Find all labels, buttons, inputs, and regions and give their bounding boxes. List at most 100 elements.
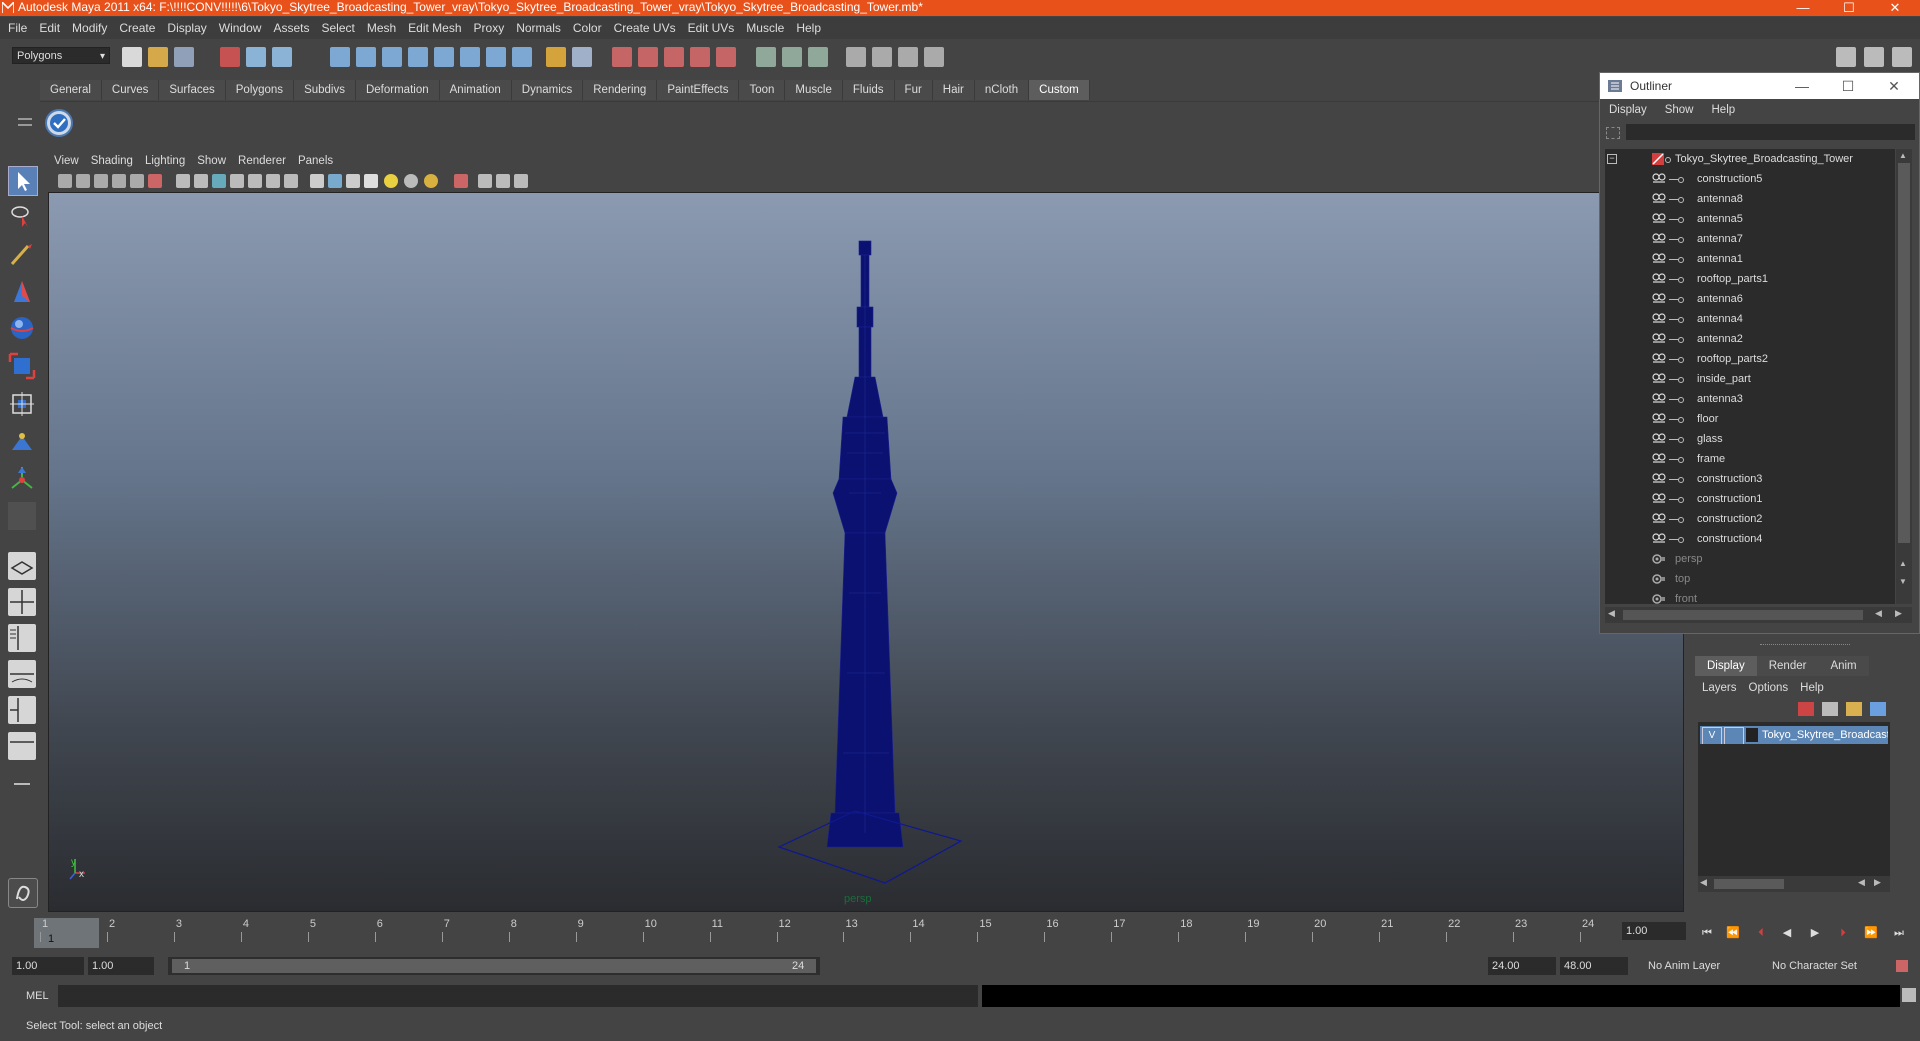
shelf-tab-ncloth[interactable]: nCloth xyxy=(974,80,1030,100)
outliner-horizontal-scrollbar[interactable]: ◀ ◀ ▶ xyxy=(1605,607,1912,623)
step-back-key-button[interactable]: ⏪ xyxy=(1724,925,1742,941)
viewport-menu-lighting[interactable]: Lighting xyxy=(139,152,191,171)
layer-tab-display[interactable]: Display xyxy=(1695,656,1757,676)
time-slider[interactable]: 1 1 2 3 4 5 6 7 8 9 10 11 12 13 14 15 16 17 18 19 20 21 22 23 2… xyxy=(12,918,1620,948)
universal-manipulator-icon[interactable] xyxy=(8,390,36,418)
render-view-icon[interactable] xyxy=(716,47,736,67)
outliner-item[interactable]: inside_part xyxy=(1605,369,1895,389)
playback-start-field[interactable]: 1.00 xyxy=(88,957,154,975)
bookmarks-icon[interactable] xyxy=(94,174,108,188)
isolate-icon[interactable] xyxy=(284,174,298,188)
uv-editor-icon[interactable] xyxy=(924,47,944,67)
outliner-item[interactable]: construction3 xyxy=(1605,469,1895,489)
shelf-tab-dynamics[interactable]: Dynamics xyxy=(511,80,584,100)
snap-point-icon[interactable] xyxy=(408,47,428,67)
menu-proxy[interactable]: Proxy xyxy=(468,17,511,39)
menu-assets[interactable]: Assets xyxy=(267,17,315,39)
outliner-item[interactable]: floor xyxy=(1605,409,1895,429)
layer-row[interactable]: V Tokyo_Skytree_Broadcasting_Tower xyxy=(1700,726,1888,744)
snap-grid-icon[interactable] xyxy=(356,47,376,67)
outliner-menu-help[interactable]: Help xyxy=(1703,100,1745,120)
outliner-item[interactable]: construction5 xyxy=(1605,169,1895,189)
hypershade-persp-layout-icon[interactable] xyxy=(8,696,36,724)
input-line-icon[interactable] xyxy=(756,47,776,67)
end-time-field[interactable]: 48.00 xyxy=(1560,957,1628,975)
layer-tab-render[interactable]: Render xyxy=(1756,656,1819,676)
xray-icon[interactable] xyxy=(310,174,324,188)
select-tool-icon[interactable] xyxy=(8,166,38,196)
rotate-tool-icon[interactable] xyxy=(8,314,36,342)
outliner-minimize-button[interactable]: — xyxy=(1779,73,1825,99)
outliner-item[interactable]: glass xyxy=(1605,429,1895,449)
help-icon[interactable] xyxy=(512,47,532,67)
viewport-menu-shading[interactable]: Shading xyxy=(85,152,139,171)
shelf-tab-deformation[interactable]: Deformation xyxy=(355,80,440,100)
persp-layout-icon-6[interactable] xyxy=(8,732,36,760)
history-icon[interactable] xyxy=(486,47,506,67)
open-scene-icon[interactable] xyxy=(148,47,168,67)
image-plane-icon[interactable] xyxy=(112,174,126,188)
shelf-tab-muscle[interactable]: Muscle xyxy=(785,80,843,100)
safe-action-icon[interactable] xyxy=(496,174,510,188)
layer-tab-anim[interactable]: Anim xyxy=(1818,656,1869,676)
layer-visibility-toggle[interactable]: V xyxy=(1702,727,1722,744)
step-forward-frame-button[interactable]: ⏵ xyxy=(1834,925,1852,941)
panel-layout-icon-2[interactable] xyxy=(1864,47,1884,67)
outliner-item[interactable]: antenna4 xyxy=(1605,309,1895,329)
current-time-field[interactable]: 1.00 xyxy=(1622,922,1686,940)
layer-playback-toggle[interactable] xyxy=(1724,727,1744,744)
viewport-menu-view[interactable]: View xyxy=(48,152,85,171)
layer-menu-options[interactable]: Options xyxy=(1745,678,1797,698)
outliner-camera-item[interactable]: persp xyxy=(1605,549,1895,569)
shelf-tab-surfaces[interactable]: Surfaces xyxy=(159,80,226,100)
shelf-menu-handle[interactable] xyxy=(16,80,34,140)
shelf-tab-hair[interactable]: Hair xyxy=(932,80,975,100)
outliner-filter-field[interactable] xyxy=(1626,124,1915,140)
outliner-item[interactable]: rooftop_parts1 xyxy=(1605,269,1895,289)
shadows-icon[interactable] xyxy=(266,174,280,188)
default-light-icon[interactable] xyxy=(424,174,438,188)
outliner-camera-item[interactable]: top xyxy=(1605,569,1895,589)
new-layer-icon[interactable] xyxy=(1822,702,1838,716)
camera-attributes-icon[interactable] xyxy=(76,174,90,188)
menu-modify[interactable]: Modify xyxy=(66,17,113,39)
show-manipulator-icon[interactable] xyxy=(8,464,36,492)
select-hierarchy-icon[interactable] xyxy=(220,47,240,67)
persp-graph-layout-icon[interactable] xyxy=(8,660,36,688)
save-scene-icon[interactable] xyxy=(174,47,194,67)
viewport-menu-renderer[interactable]: Renderer xyxy=(232,152,292,171)
outliner-close-button[interactable]: ✕ xyxy=(1871,73,1917,99)
menu-file[interactable]: File xyxy=(0,17,33,39)
outliner-item[interactable]: antenna6 xyxy=(1605,289,1895,309)
outliner-item[interactable]: construction2 xyxy=(1605,509,1895,529)
step-forward-key-button[interactable]: ⏩ xyxy=(1862,925,1880,941)
auto-key-icon[interactable] xyxy=(1896,960,1908,972)
texture-icon[interactable] xyxy=(230,174,244,188)
range-slider-bar[interactable]: 1 24 xyxy=(172,959,816,973)
outliner-menu-display[interactable]: Display xyxy=(1600,100,1656,120)
checker-icon[interactable] xyxy=(364,174,378,188)
play-forwards-button[interactable]: ▶ xyxy=(1806,925,1824,941)
hypershade-icon[interactable] xyxy=(690,47,710,67)
scale-tool-icon[interactable] xyxy=(8,352,36,380)
persp-outliner-layout-icon[interactable] xyxy=(8,624,36,652)
panel-layout-icon-1[interactable] xyxy=(1836,47,1856,67)
shelf-tab-custom[interactable]: Custom xyxy=(1029,80,1090,100)
soft-mod-tool-icon[interactable] xyxy=(8,428,36,456)
outliner-item[interactable]: antenna1 xyxy=(1605,249,1895,269)
smooth-shade-icon[interactable] xyxy=(194,174,208,188)
film-gate-icon[interactable] xyxy=(148,174,162,188)
panel-layout-icon-3[interactable] xyxy=(1892,47,1912,67)
select-object-icon[interactable] xyxy=(246,47,266,67)
go-to-start-button[interactable]: ⏮ xyxy=(1698,925,1716,941)
construction-history-icon[interactable] xyxy=(546,47,566,67)
outliner-root-item[interactable]: − Tokyo_Skytree_Broadcasting_Tower xyxy=(1605,149,1895,169)
shelf-tab-general[interactable]: General xyxy=(40,80,102,100)
outliner-item[interactable]: frame xyxy=(1605,449,1895,469)
go-to-end-button[interactable]: ⏭ xyxy=(1890,925,1908,941)
lasso-tool-icon[interactable] xyxy=(8,202,36,230)
tokyo-skytree-model[interactable]: y x xyxy=(49,193,1684,912)
outliner-maximize-button[interactable]: ☐ xyxy=(1825,73,1871,99)
layer-editor-toggle-icon[interactable] xyxy=(872,47,892,67)
maximize-button[interactable]: ☐ xyxy=(1826,0,1872,16)
